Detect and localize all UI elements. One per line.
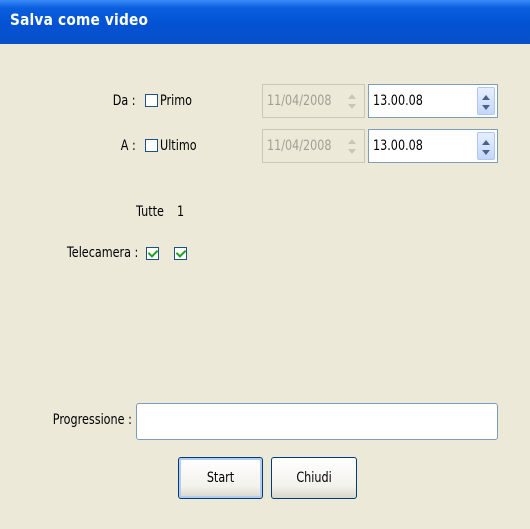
camera-1-checkbox[interactable] <box>174 247 187 260</box>
spinner-up-icon[interactable] <box>482 95 490 100</box>
to-label: A : <box>121 138 136 154</box>
to-date-value: 11/04/2008 <box>267 138 332 154</box>
camera-1-label: 1 <box>177 204 185 220</box>
to-date-field: 11/04/2008 <box>262 129 365 163</box>
from-time-value: 13.00.08 <box>373 93 423 109</box>
spinner-down-icon[interactable] <box>482 105 490 110</box>
to-time-field[interactable]: 13.00.08 <box>368 129 498 163</box>
spinner-up-icon <box>348 94 356 99</box>
from-time-field[interactable]: 13.00.08 <box>368 84 498 118</box>
from-label: Da : <box>113 93 136 109</box>
title-bar[interactable]: Salva come video <box>0 0 530 44</box>
close-button[interactable]: Chiudi <box>271 457 357 499</box>
first-checkbox-label: Primo <box>160 93 193 109</box>
last-checkbox-label: Ultimo <box>160 138 197 154</box>
start-button-label: Start <box>206 470 235 486</box>
spinner-up-icon[interactable] <box>482 140 490 145</box>
close-button-label: Chiudi <box>296 470 332 486</box>
progress-label: Progressione : <box>52 412 132 428</box>
to-time-value: 13.00.08 <box>373 138 423 154</box>
save-as-video-dialog: Salva come video Da : Primo 11/04/2008 1… <box>0 0 530 529</box>
from-date-value: 11/04/2008 <box>267 93 332 109</box>
spinner-down-icon <box>348 149 356 154</box>
all-cameras-label: Tutte <box>136 204 164 220</box>
spinner-down-icon <box>348 104 356 109</box>
from-time-spinner[interactable] <box>477 87 495 115</box>
camera-label: Telecamera : <box>66 245 138 261</box>
spinner-up-icon <box>348 139 356 144</box>
from-date-spinner <box>344 87 362 115</box>
last-checkbox[interactable] <box>145 139 158 152</box>
progress-bar <box>136 403 498 440</box>
start-button[interactable]: Start <box>178 457 263 499</box>
spinner-down-icon[interactable] <box>482 150 490 155</box>
to-time-spinner[interactable] <box>477 132 495 160</box>
to-date-spinner <box>344 132 362 160</box>
from-date-field: 11/04/2008 <box>262 84 365 118</box>
first-checkbox[interactable] <box>145 94 158 107</box>
window-title: Salva come video <box>10 10 149 29</box>
all-cameras-checkbox[interactable] <box>146 247 159 260</box>
